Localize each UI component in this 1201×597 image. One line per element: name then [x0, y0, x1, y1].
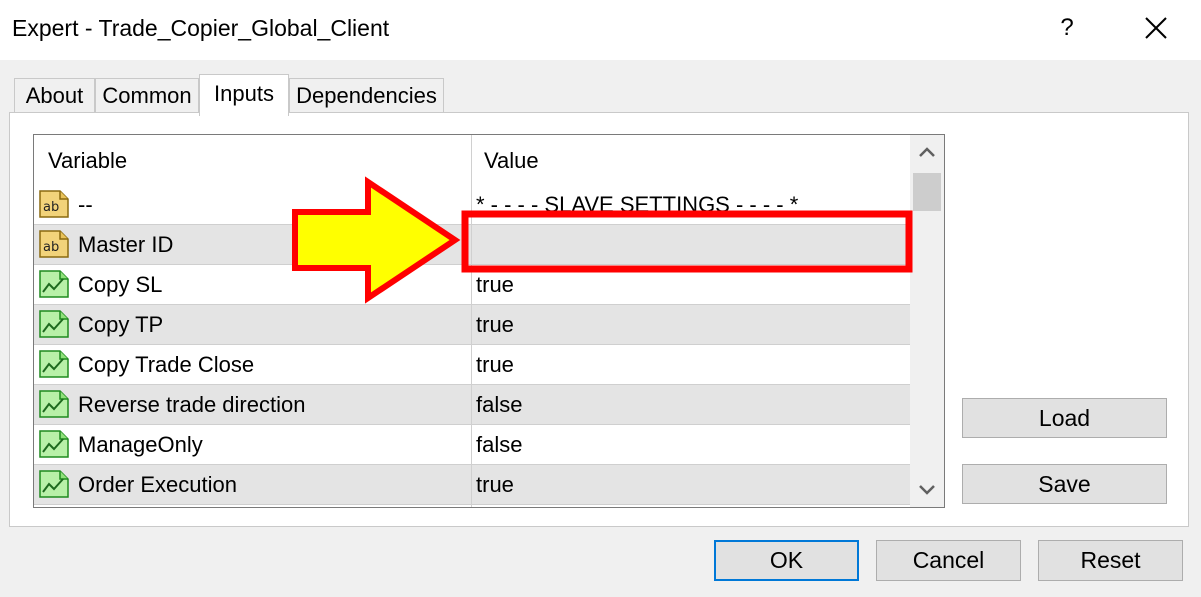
svg-text:ab: ab	[43, 240, 59, 255]
inputs-grid: Variable Value ab -- * - - - - SLAVE SET…	[33, 134, 945, 508]
save-button[interactable]: Save	[962, 464, 1167, 504]
tab-common[interactable]: Common	[95, 78, 199, 114]
table-row[interactable]: ab Master ID	[34, 225, 910, 265]
string-type-icon: ab	[39, 230, 69, 258]
help-button[interactable]: ?	[1052, 10, 1082, 46]
boolean-type-icon	[39, 310, 69, 338]
tab-about[interactable]: About	[14, 78, 95, 114]
boolean-type-icon	[39, 350, 69, 378]
column-divider[interactable]	[471, 135, 472, 507]
chevron-up-icon	[919, 147, 935, 157]
variable-name: ManageOnly	[78, 432, 203, 457]
header-variable[interactable]: Variable	[48, 148, 127, 174]
svg-text:ab: ab	[43, 200, 59, 215]
table-row[interactable]: ManageOnly false	[34, 425, 910, 465]
variable-value[interactable]: true	[476, 312, 514, 338]
boolean-type-icon	[39, 430, 69, 458]
variable-name: Master ID	[78, 232, 174, 257]
table-row[interactable]: Copy Trade Close true	[34, 345, 910, 385]
boolean-type-icon	[39, 470, 69, 498]
header-value[interactable]: Value	[484, 148, 539, 174]
variable-value[interactable]: false	[476, 392, 522, 418]
variable-value[interactable]: true	[476, 472, 514, 498]
variable-name: Copy TP	[78, 312, 164, 337]
variable-name: Reverse trade direction	[78, 392, 306, 417]
vertical-scrollbar[interactable]	[910, 135, 944, 507]
variable-name: Order Execution	[78, 472, 237, 497]
variable-value[interactable]: * - - - - SLAVE SETTINGS - - - - *	[476, 192, 798, 218]
variable-name: Copy SL	[78, 272, 163, 297]
ok-button[interactable]: OK	[714, 540, 859, 581]
cancel-button[interactable]: Cancel	[876, 540, 1021, 581]
title-bar: Expert - Trade_Copier_Global_Client ?	[0, 0, 1201, 60]
scroll-down-button[interactable]	[910, 473, 944, 507]
table-row[interactable]: Order Execution true	[34, 465, 910, 505]
variable-value[interactable]: true	[476, 352, 514, 378]
tab-inputs[interactable]: Inputs	[199, 74, 289, 116]
table-row[interactable]: Copy SL true	[34, 265, 910, 305]
scroll-thumb[interactable]	[913, 173, 941, 211]
variable-name: --	[78, 192, 93, 217]
close-button[interactable]	[1138, 10, 1174, 46]
tab-dependencies[interactable]: Dependencies	[289, 78, 444, 114]
table-row[interactable]: Copy TP true	[34, 305, 910, 345]
load-button[interactable]: Load	[962, 398, 1167, 438]
variable-value[interactable]: false	[476, 432, 522, 458]
window-title: Expert - Trade_Copier_Global_Client	[12, 15, 390, 41]
table-row[interactable]: ab -- * - - - - SLAVE SETTINGS - - - - *	[34, 185, 910, 225]
reset-button[interactable]: Reset	[1038, 540, 1183, 581]
scroll-up-button[interactable]	[910, 135, 944, 169]
string-type-icon: ab	[39, 190, 69, 218]
close-icon	[1145, 17, 1167, 39]
boolean-type-icon	[39, 390, 69, 418]
variable-name: Copy Trade Close	[78, 352, 255, 377]
table-row[interactable]: Reverse trade direction false	[34, 385, 910, 425]
chevron-down-icon	[919, 485, 935, 495]
grid-header: Variable Value	[34, 135, 910, 183]
boolean-type-icon	[39, 270, 69, 298]
variable-value[interactable]: true	[476, 272, 514, 298]
